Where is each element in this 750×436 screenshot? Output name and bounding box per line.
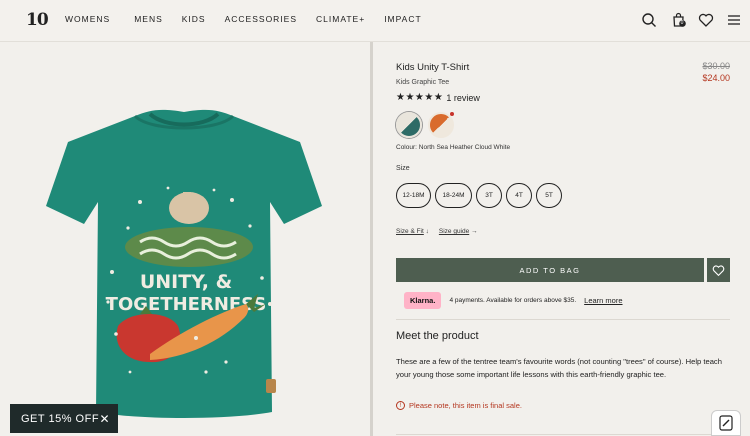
shirt-print-line1: UNITY, & [140,271,232,293]
size-guide-text[interactable]: Size guide [439,228,469,235]
add-to-bag-button[interactable]: ADD TO BAG [396,258,704,282]
meet-product-heading: Meet the product [396,330,479,342]
main-nav: WOMENS MENS KIDS ACCESSORIES CLIMATE+ IM… [65,14,422,24]
size-fit-text[interactable]: Size & Fit [396,228,424,235]
size-guide-link[interactable]: Size guide → [439,228,478,235]
cart-count: 0 [680,20,684,27]
discount-promo-banner[interactable]: GET 15% OFF ✕ [10,404,118,433]
wishlist-icon[interactable] [698,12,714,28]
chat-icon [719,415,733,431]
search-icon[interactable] [641,12,657,28]
close-icon[interactable]: ✕ [99,412,110,426]
info-icon: ! [396,401,405,410]
product-image[interactable]: UNITY, & TOGETHERNESS [0,42,368,436]
klarna-logo: Klarna. [404,292,442,309]
klarna-text: 4 payments. Available for orders above $… [449,297,577,304]
site-header: 10 WOMENS MENS KIDS ACCESSORIES CLIMATE+… [0,0,750,42]
review-count[interactable]: 1 review [446,93,480,103]
sale-price: $24.00 [702,73,730,83]
star-rating-icon: ★★★★★ [396,92,444,103]
size-links: Size & Fit ↓ Size guide → [396,228,478,235]
klarna-learn-more-link[interactable]: Learn more [584,296,622,305]
size-4t[interactable]: 4T [506,183,532,208]
size-fit-link[interactable]: Size & Fit ↓ [396,228,429,235]
size-label: Size [396,165,410,172]
cart-icon[interactable]: 0 [671,12,687,28]
colour-label: Colour: North Sea Heather Cloud White [396,144,511,151]
size-3t[interactable]: 3T [476,183,502,208]
brand-logo[interactable]: 10 [26,10,49,30]
size-options: 12-18M 18-24M 3T 4T 5T [396,183,562,208]
product-title: Kids Unity T-Shirt [396,62,470,73]
help-widget[interactable] [711,410,741,436]
swatch-orange[interactable] [428,112,454,138]
final-sale-notice: ! Please note, this item is final sale. [396,401,522,410]
rating[interactable]: ★★★★★ 1 review [396,92,480,103]
size-5t[interactable]: 5T [536,183,562,208]
divider [396,319,730,320]
size-12-18m[interactable]: 12-18M [396,183,431,208]
original-price: $30.00 [702,61,730,71]
divider-bottom [396,434,730,435]
klarna-promo: Klarna. 4 payments. Available for orders… [404,292,623,309]
swatch-north-sea[interactable] [396,112,422,138]
nav-womens[interactable]: WOMENS [65,14,110,24]
menu-icon[interactable] [726,12,742,28]
promo-label[interactable]: GET 15% OFF [21,413,99,425]
size-18-24m[interactable]: 18-24M [435,183,472,208]
nav-accessories[interactable]: ACCESSORIES [225,14,297,24]
nav-climate[interactable]: CLIMATE+ [316,14,365,24]
nav-mens[interactable]: MENS [134,14,163,24]
heart-icon [712,264,725,276]
new-dot-icon [450,112,454,116]
nav-kids[interactable]: KIDS [182,14,206,24]
product-description: These are a few of the tentree team's fa… [396,357,722,379]
product-subtitle: Kids Graphic Tee [396,79,450,86]
final-sale-text: Please note, this item is final sale. [409,401,522,410]
colour-swatches [396,112,454,138]
product-image-panel: UNITY, & TOGETHERNESS [0,42,368,436]
arrow-down-icon: ↓ [425,228,429,235]
arrow-right-icon: → [471,228,478,235]
wishlist-button[interactable] [707,258,730,282]
nav-impact[interactable]: IMPACT [384,14,421,24]
scroll-divider[interactable] [370,42,373,436]
